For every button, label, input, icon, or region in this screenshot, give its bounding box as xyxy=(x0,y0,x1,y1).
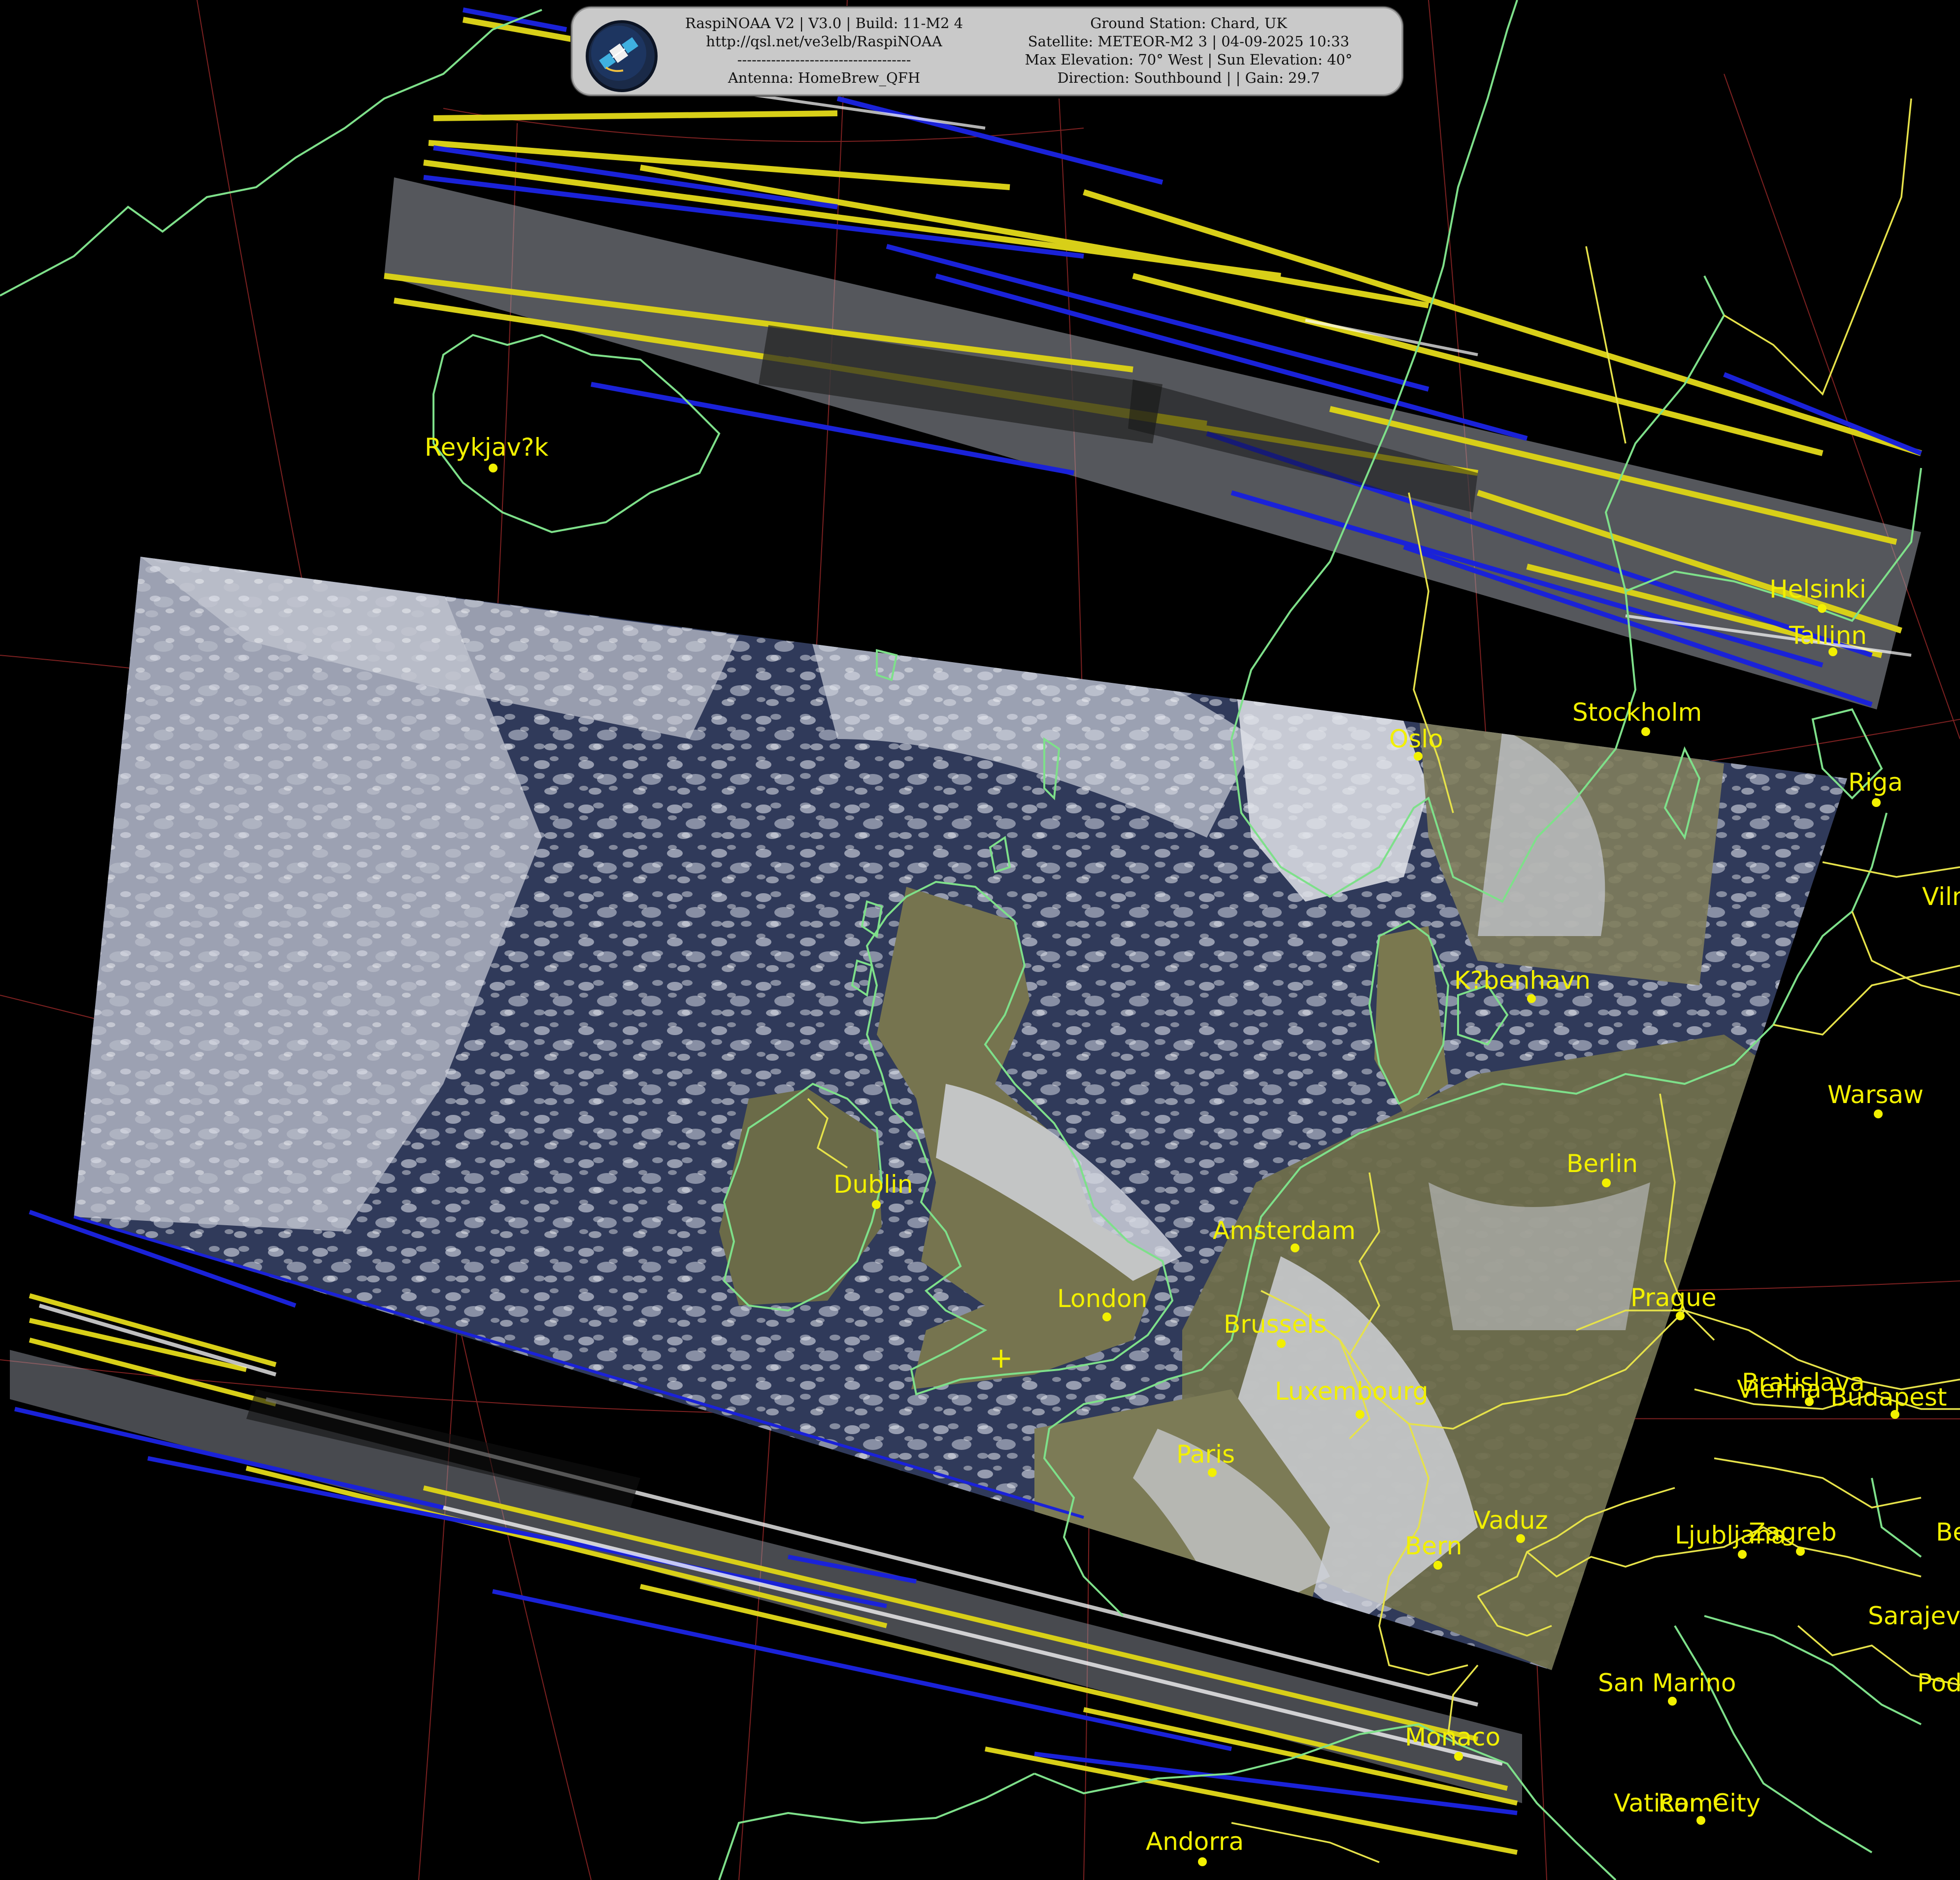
city-label-belgrade: Be xyxy=(1936,1518,1960,1546)
satellite-datetime: Satellite: METEOR-M2 3 | 04-09-2025 10:3… xyxy=(1028,33,1350,50)
city-label-monaco: Monaco xyxy=(1405,1723,1501,1751)
city-dot xyxy=(1454,1752,1463,1761)
city-dot xyxy=(1208,1468,1217,1477)
city-dot xyxy=(1891,1410,1899,1419)
city-dot xyxy=(1641,727,1650,736)
city-label-london: London xyxy=(1057,1284,1148,1313)
city-label-prague: Prague xyxy=(1630,1283,1717,1312)
city-label-paris: Paris xyxy=(1176,1440,1235,1469)
city-label-berlin: Berlin xyxy=(1566,1149,1638,1178)
city-label-oslo: Oslo xyxy=(1389,725,1443,753)
city-label-luxembourg: Luxembourg xyxy=(1275,1377,1428,1406)
city-dot xyxy=(1796,1547,1805,1556)
city-label-riga: Riga xyxy=(1848,768,1903,797)
city-dot xyxy=(1414,752,1423,761)
satellite-map: + RaspiNOAA V2 | V3.0 | Build: 11-M2 4 h… xyxy=(0,0,1960,1880)
city-label-kobenhavn: K?benhavn xyxy=(1454,966,1591,995)
map-canvas: + xyxy=(0,0,1960,1880)
city-label-rome: Rome xyxy=(1658,1789,1728,1817)
city-dot xyxy=(1828,647,1837,656)
city-dot xyxy=(1874,1109,1883,1118)
city-label-stockholm: Stockholm xyxy=(1572,698,1702,727)
noise-swath-top xyxy=(384,7,1922,709)
pass-details: Ground Station: Chard, UK Satellite: MET… xyxy=(992,14,1386,87)
city-label-dublin: Dublin xyxy=(833,1170,913,1199)
elevation-info: Max Elevation: 70° West | Sun Elevation:… xyxy=(1025,51,1353,68)
city-dot xyxy=(1527,994,1536,1003)
city-label-san-marino: San Marino xyxy=(1598,1669,1736,1697)
city-dot xyxy=(1433,1561,1442,1570)
city-label-podgorica: Pod xyxy=(1917,1669,1960,1697)
city-label-budapest: Budapest xyxy=(1830,1383,1947,1411)
antenna-info: Antenna: HomeBrew_QFH xyxy=(728,69,921,86)
city-dot xyxy=(872,1200,881,1209)
city-label-sarajevo: Sarajev xyxy=(1868,1602,1960,1630)
city-dot xyxy=(1291,1243,1299,1252)
city-dot xyxy=(1102,1312,1111,1321)
city-label-warsaw: Warsaw xyxy=(1827,1080,1924,1109)
city-dot xyxy=(1738,1550,1747,1559)
ground-station-marker: + xyxy=(989,1341,1013,1375)
city-dot xyxy=(1818,604,1827,613)
divider-line: ------------------------------------ xyxy=(737,51,911,68)
city-dot xyxy=(1676,1311,1685,1320)
software-url[interactable]: http://qsl.net/ve3elb/RaspiNOAA xyxy=(666,33,982,51)
city-label-helsinki: Helsinki xyxy=(1769,575,1866,604)
satellite-icon xyxy=(586,20,658,92)
city-label-andorra: Andorra xyxy=(1146,1827,1244,1856)
city-dot xyxy=(489,464,498,472)
city-label-bern: Bern xyxy=(1405,1532,1462,1560)
city-label-vaduz: Vaduz xyxy=(1474,1506,1548,1535)
city-dot xyxy=(1696,1816,1705,1825)
pass-info-panel: RaspiNOAA V2 | V3.0 | Build: 11-M2 4 htt… xyxy=(571,7,1403,96)
city-label-reykjavik: Reykjav?k xyxy=(425,433,549,462)
city-dot xyxy=(1198,1857,1207,1866)
software-info: RaspiNOAA V2 | V3.0 | Build: 11-M2 4 htt… xyxy=(666,14,982,87)
city-label-brussels: Brussels xyxy=(1224,1310,1327,1339)
city-dot xyxy=(1668,1697,1677,1706)
city-dot xyxy=(1356,1410,1364,1419)
city-dot xyxy=(1602,1178,1611,1187)
city-dot xyxy=(1805,1397,1814,1406)
city-dot xyxy=(1872,798,1881,807)
software-version: RaspiNOAA V2 | V3.0 | Build: 11-M2 4 xyxy=(685,15,963,32)
direction-gain: Direction: Southbound | | Gain: 29.7 xyxy=(1057,69,1320,86)
city-dot xyxy=(1516,1534,1525,1543)
city-label-vilnius: Viln xyxy=(1922,882,1960,911)
ground-station: Ground Station: Chard, UK xyxy=(1090,15,1287,32)
city-label-amsterdam: Amsterdam xyxy=(1213,1216,1356,1245)
city-dot xyxy=(1277,1339,1286,1348)
city-label-zagreb: Zagreb xyxy=(1749,1518,1837,1546)
city-label-tallinn: Tallinn xyxy=(1789,621,1867,650)
